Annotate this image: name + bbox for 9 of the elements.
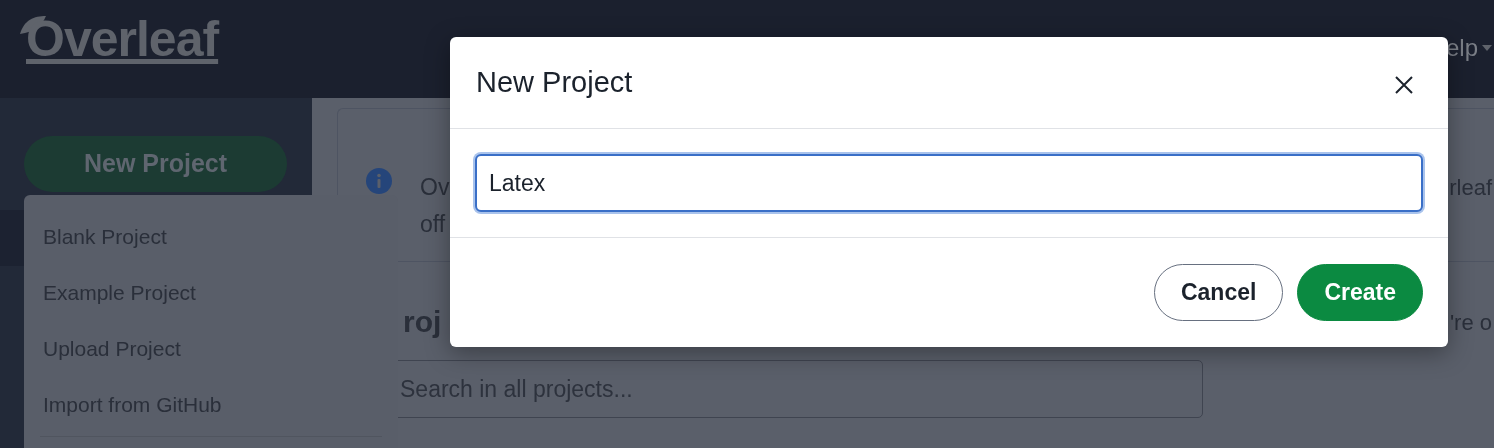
new-project-button[interactable]: New Project bbox=[24, 136, 287, 192]
project-name-field[interactable]: Latex bbox=[475, 154, 1423, 212]
create-button[interactable]: Create bbox=[1297, 264, 1423, 321]
caret-icon bbox=[1482, 44, 1492, 52]
close-icon bbox=[1394, 75, 1414, 96]
logo[interactable]: Overleaf bbox=[18, 14, 219, 64]
cancel-button[interactable]: Cancel bbox=[1153, 264, 1284, 321]
modal-title: New Project bbox=[476, 65, 633, 100]
nav-menu-item[interactable]: elp bbox=[1445, 30, 1478, 66]
